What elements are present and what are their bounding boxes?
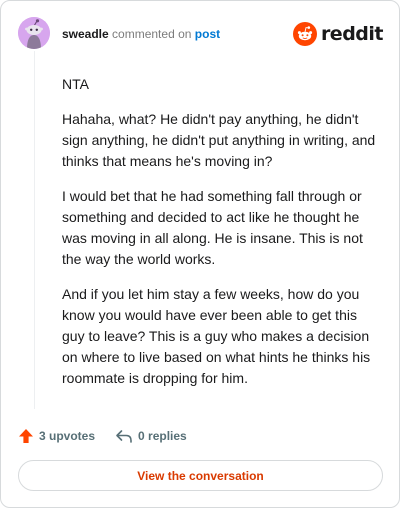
comment-actions: 3 upvotes 0 replies xyxy=(18,426,187,446)
reddit-snoo-icon xyxy=(292,22,317,46)
post-link[interactable]: post xyxy=(195,27,220,41)
comment-header: sweadle commented on post reddit xyxy=(18,17,385,51)
comment-body: NTA Hahaha, what? He didn't pay anything… xyxy=(62,74,382,403)
upvote-button[interactable]: 3 upvotes xyxy=(18,428,95,444)
username-link[interactable]: sweadle xyxy=(62,27,109,41)
snoo-avatar-icon xyxy=(18,17,50,49)
comment-byline: sweadle commented on post xyxy=(62,27,220,41)
reddit-wordmark: reddit xyxy=(320,23,384,45)
view-conversation-button[interactable]: View the conversation xyxy=(18,460,383,491)
comment-paragraph: NTA xyxy=(62,76,89,92)
reply-count: 0 replies xyxy=(138,429,187,443)
comment-paragraph: Hahaha, what? He didn't pay anything, he… xyxy=(62,111,376,169)
upvote-arrow-icon xyxy=(19,429,33,443)
comment-paragraph: And if you let him stay a few weeks, how… xyxy=(62,286,371,386)
comment-embed-card: sweadle commented on post reddit NTA Hah… xyxy=(0,0,400,508)
byline-action-text: commented on xyxy=(112,27,192,41)
avatar[interactable] xyxy=(18,17,50,49)
reddit-logo[interactable]: reddit xyxy=(292,21,384,47)
reply-button[interactable]: 0 replies xyxy=(115,428,187,444)
upvote-count: 3 upvotes xyxy=(39,429,96,443)
reply-arrow-icon xyxy=(116,430,132,443)
comment-paragraph: I would bet that he had something fall t… xyxy=(62,188,363,267)
thread-line xyxy=(34,51,35,409)
